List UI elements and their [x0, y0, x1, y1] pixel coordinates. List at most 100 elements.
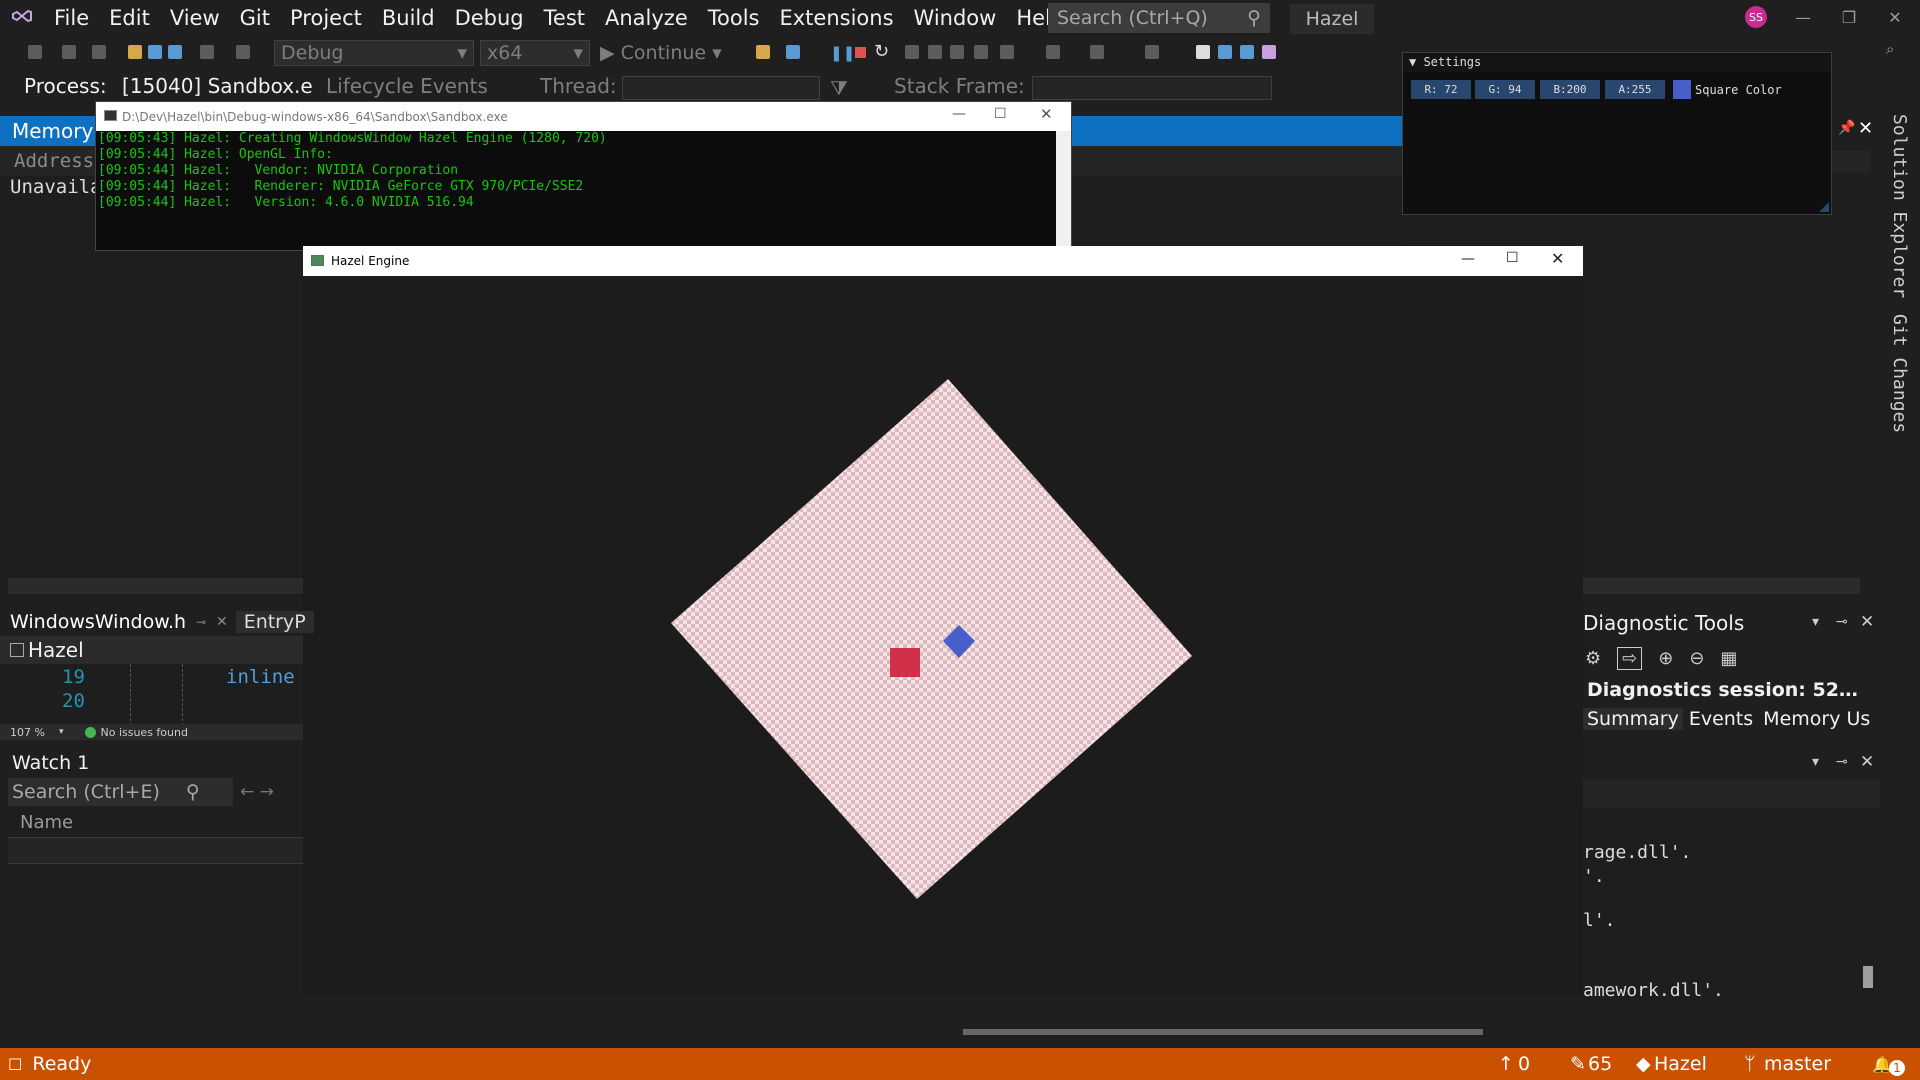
step-back-icon[interactable]: [974, 45, 988, 59]
back-icon[interactable]: [28, 45, 42, 59]
close-button[interactable]: ✕: [1040, 105, 1053, 123]
menu-analyze[interactable]: Analyze: [595, 6, 698, 30]
chevron-down-icon[interactable]: ▾: [1812, 754, 1819, 770]
close-icon[interactable]: ✕: [216, 614, 228, 630]
process-select[interactable]: [15040] Sandbox.e: [122, 74, 313, 98]
unpushed-count[interactable]: 0: [1518, 1053, 1530, 1075]
issues-label[interactable]: No issues found: [100, 726, 187, 739]
platform-select[interactable]: x64 ▾: [480, 40, 590, 66]
undo-icon[interactable]: [200, 45, 214, 59]
console-scrollbar[interactable]: [1056, 131, 1071, 251]
filter-icon[interactable]: ⧩: [830, 76, 848, 100]
reset-zoom-icon[interactable]: ▦: [1720, 648, 1737, 669]
menu-tools[interactable]: Tools: [698, 6, 770, 30]
open-file-icon[interactable]: [756, 45, 770, 59]
configuration-select[interactable]: Debug ▾: [274, 40, 474, 66]
open-folder-icon[interactable]: [128, 45, 142, 59]
stop-icon[interactable]: [855, 47, 866, 58]
color-r-field[interactable]: R: 72: [1411, 80, 1471, 99]
bookmark-clear-icon[interactable]: [1262, 45, 1276, 59]
menu-project[interactable]: Project: [280, 6, 372, 30]
render-viewport[interactable]: [303, 276, 1583, 996]
minimize-button[interactable]: —: [1780, 0, 1826, 34]
minimize-button[interactable]: —: [952, 106, 966, 122]
zoom-in-icon[interactable]: ⊕: [1658, 648, 1673, 669]
close-icon[interactable]: ✕: [1860, 612, 1874, 632]
name-column-header[interactable]: Name: [8, 808, 303, 838]
menu-file[interactable]: File: [44, 6, 99, 30]
menu-window[interactable]: Window: [904, 6, 1007, 30]
bookmark-prev-icon[interactable]: [1218, 45, 1232, 59]
lifecycle-events-button[interactable]: Lifecycle Events: [326, 74, 488, 98]
avatar[interactable]: SS: [1745, 6, 1767, 28]
save-icon[interactable]: [148, 45, 162, 59]
engine-titlebar[interactable]: Hazel Engine — ☐ ✕: [303, 246, 1583, 276]
watch-search-input[interactable]: Search (Ctrl+E) ⚲: [8, 778, 233, 806]
console-titlebar[interactable]: D:\Dev\Hazel\bin\Debug-windows-x86_64\Sa…: [96, 102, 1071, 131]
changes-count[interactable]: 65: [1588, 1053, 1612, 1075]
maximize-button[interactable]: ☐: [994, 106, 1007, 122]
redo-icon[interactable]: [236, 45, 250, 59]
chevron-down-icon[interactable]: ▾: [1812, 614, 1819, 630]
maximize-button[interactable]: ☐: [1506, 250, 1519, 266]
collapse-icon[interactable]: ▼: [1409, 55, 1423, 69]
step-over-icon[interactable]: [928, 45, 942, 59]
scroll-thumb[interactable]: [1863, 966, 1873, 988]
tab-entrypoint[interactable]: EntryP: [235, 611, 314, 633]
zoom-out-icon[interactable]: ⊖: [1689, 648, 1704, 669]
pin-icon[interactable]: ⊸: [1836, 614, 1848, 630]
branch-name[interactable]: master: [1764, 1053, 1831, 1075]
indent-icon[interactable]: [1090, 45, 1104, 59]
pause-icon[interactable]: ❚❚: [830, 44, 855, 62]
settings-gear-icon[interactable]: ⚙: [1585, 648, 1601, 669]
save-all-icon[interactable]: [168, 45, 182, 59]
tab-git-changes[interactable]: Git Changes: [1889, 314, 1910, 433]
color-g-field[interactable]: G: 94: [1475, 80, 1535, 99]
settings-header[interactable]: ▼ Settings: [1403, 53, 1831, 72]
minimize-button[interactable]: —: [1461, 251, 1475, 267]
continue-button[interactable]: ▶ Continue ▾: [600, 40, 722, 66]
menu-git[interactable]: Git: [230, 6, 280, 30]
step-into-icon[interactable]: [905, 45, 919, 59]
output-horizontal-scrollbar[interactable]: [945, 1024, 1880, 1040]
menu-debug[interactable]: Debug: [445, 6, 534, 30]
pin-icon[interactable]: ⊸: [1836, 754, 1848, 770]
thread-select[interactable]: [622, 76, 820, 100]
menu-edit[interactable]: Edit: [99, 6, 160, 30]
color-b-field[interactable]: B:200: [1540, 80, 1600, 99]
screenshot-icon[interactable]: [786, 45, 800, 59]
tab-windowswindow-h[interactable]: WindowsWindow.h: [0, 611, 197, 633]
repo-name[interactable]: Hazel: [1654, 1053, 1707, 1075]
pin-icon[interactable]: 📌: [1838, 120, 1855, 136]
menu-build[interactable]: Build: [372, 6, 445, 30]
select-tools-icon[interactable]: ⇨: [1617, 646, 1643, 670]
hot-reload-icon[interactable]: [1000, 45, 1014, 59]
feedback-icon[interactable]: ⌕: [1886, 40, 1894, 58]
tab-summary[interactable]: Summary: [1583, 708, 1683, 730]
code-editor[interactable]: 19 20 inline: [0, 664, 303, 726]
watch-row[interactable]: [8, 838, 303, 864]
menu-view[interactable]: View: [160, 6, 230, 30]
breakpoint-icon[interactable]: [1046, 45, 1060, 59]
chevron-down-icon[interactable]: ▾: [59, 727, 64, 737]
restore-button[interactable]: ❐: [1826, 0, 1872, 34]
close-icon[interactable]: ✕: [1860, 752, 1874, 772]
tab-memory-usage[interactable]: Memory Us: [1759, 708, 1874, 730]
close-button[interactable]: ✕: [1872, 0, 1918, 34]
project-dropdown[interactable]: Hazel: [0, 636, 303, 664]
vertical-scrollbar[interactable]: [1862, 176, 1876, 576]
tab-events[interactable]: Events: [1683, 708, 1759, 730]
restart-icon[interactable]: ↻: [874, 41, 889, 62]
tab-solution-explorer[interactable]: Solution Explorer: [1889, 114, 1910, 298]
close-icon[interactable]: ✕: [1858, 118, 1873, 139]
zoom-level[interactable]: 107 %: [10, 726, 45, 739]
forward-icon[interactable]: [62, 45, 76, 59]
step-out-icon[interactable]: [950, 45, 964, 59]
color-swatch[interactable]: [1673, 80, 1691, 99]
new-project-icon[interactable]: [92, 45, 106, 59]
search-input[interactable]: Search (Ctrl+Q) ⚲: [1048, 3, 1270, 33]
scroll-thumb[interactable]: [963, 1029, 1483, 1035]
menu-test[interactable]: Test: [534, 6, 595, 30]
close-button[interactable]: ✕: [1551, 249, 1564, 268]
bookmark-next-icon[interactable]: [1240, 45, 1254, 59]
